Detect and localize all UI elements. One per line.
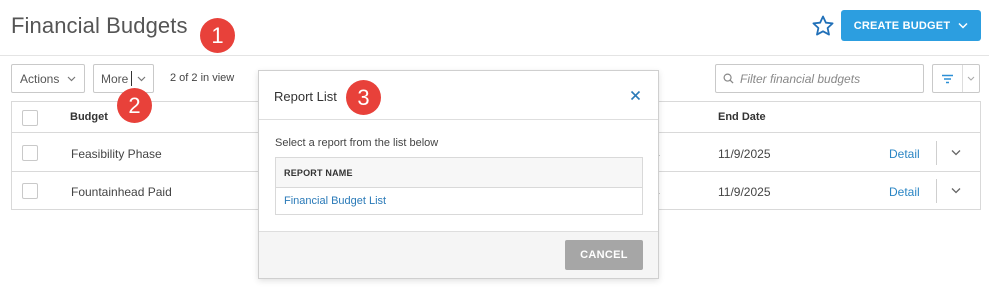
create-budget-label: CREATE BUDGET bbox=[853, 19, 951, 32]
filter-icon-area[interactable] bbox=[933, 65, 963, 92]
modal-header: Report List bbox=[259, 71, 658, 120]
column-header-end-date[interactable]: End Date bbox=[718, 111, 766, 123]
chevron-down-icon bbox=[67, 76, 76, 81]
header-divider bbox=[0, 55, 989, 56]
chevron-down-icon[interactable] bbox=[951, 187, 961, 194]
chevron-down-icon bbox=[967, 76, 975, 81]
row-divider bbox=[936, 179, 937, 203]
report-table-header: REPORT NAME bbox=[276, 158, 642, 188]
column-header-report-name: REPORT NAME bbox=[284, 168, 353, 178]
actions-dropdown[interactable]: Actions bbox=[11, 64, 85, 93]
report-list-modal: Report List Select a report from the lis… bbox=[258, 70, 659, 279]
modal-footer: CANCEL bbox=[259, 231, 658, 278]
column-header-budget[interactable]: Budget bbox=[70, 111, 108, 123]
annotation-badge-3: 3 bbox=[346, 80, 381, 115]
row-checkbox[interactable] bbox=[22, 145, 38, 161]
more-label: More bbox=[101, 71, 129, 86]
select-all-checkbox[interactable] bbox=[22, 110, 38, 126]
detail-link[interactable]: Detail bbox=[889, 147, 920, 161]
modal-title: Report List bbox=[274, 89, 337, 104]
chevron-down-icon bbox=[958, 22, 968, 29]
end-date: 11/9/2025 bbox=[718, 147, 771, 161]
close-icon[interactable] bbox=[630, 90, 641, 101]
annotation-badge-2: 2 bbox=[117, 88, 152, 123]
budget-name: Fountainhead Paid bbox=[71, 185, 172, 199]
end-date: 11/9/2025 bbox=[718, 185, 771, 199]
filter-input[interactable] bbox=[740, 71, 920, 86]
create-budget-button[interactable]: CREATE BUDGET bbox=[841, 10, 981, 41]
view-count: 2 of 2 in view bbox=[170, 72, 235, 84]
modal-instruction: Select a report from the list below bbox=[275, 137, 439, 149]
chevron-down-icon[interactable] bbox=[951, 149, 961, 156]
report-link-financial-budget-list[interactable]: Financial Budget List bbox=[284, 195, 386, 207]
text-cursor bbox=[131, 71, 133, 86]
filter-search-box[interactable] bbox=[715, 64, 924, 93]
actions-label: Actions bbox=[20, 71, 60, 86]
annotation-badge-1: 1 bbox=[200, 18, 235, 53]
filter-icon bbox=[942, 74, 953, 83]
cancel-button[interactable]: CANCEL bbox=[565, 240, 643, 270]
row-checkbox[interactable] bbox=[22, 183, 38, 199]
page-title: Financial Budgets bbox=[11, 13, 188, 38]
detail-link[interactable]: Detail bbox=[889, 185, 920, 199]
filter-dropdown-toggle[interactable] bbox=[963, 65, 979, 92]
search-icon bbox=[723, 73, 734, 84]
row-divider bbox=[936, 141, 937, 165]
report-table: REPORT NAME Financial Budget List bbox=[275, 157, 643, 215]
filter-button[interactable] bbox=[932, 64, 980, 93]
chevron-down-icon bbox=[137, 76, 146, 81]
star-favorite-icon[interactable] bbox=[811, 14, 835, 38]
budget-name: Feasibility Phase bbox=[71, 147, 162, 161]
more-dropdown[interactable]: More bbox=[93, 64, 154, 93]
